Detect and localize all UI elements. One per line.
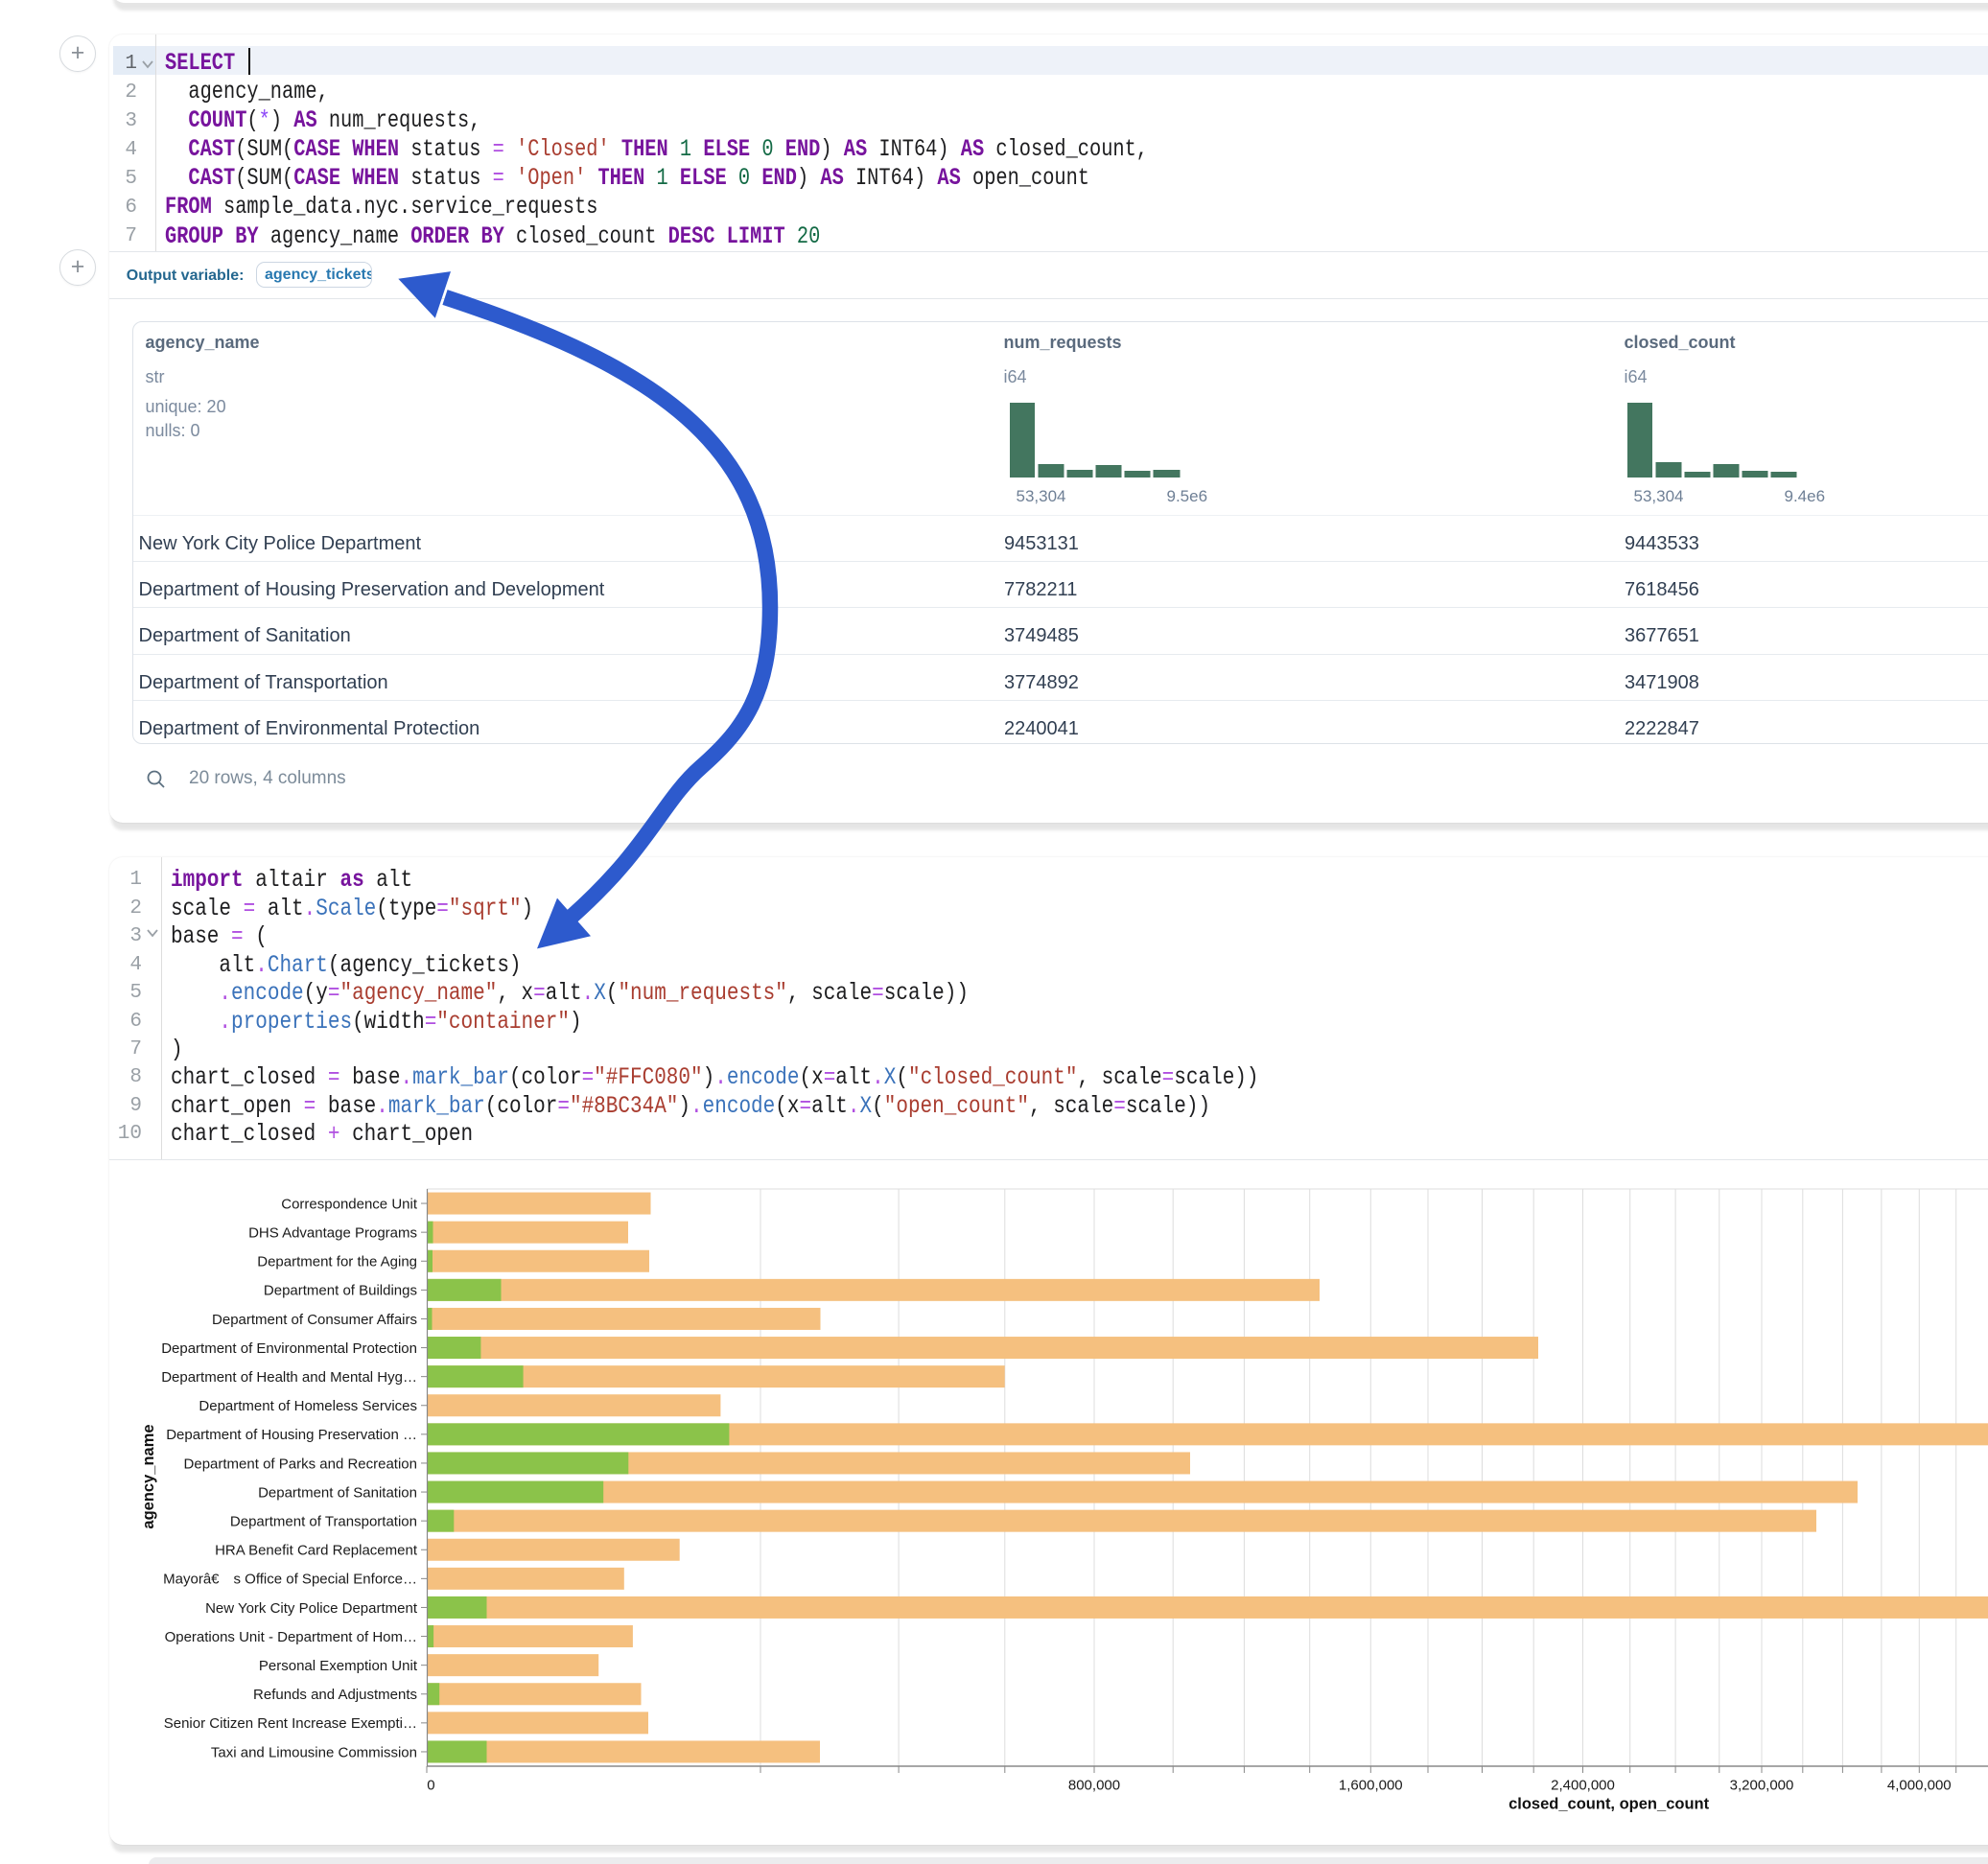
svg-text:Department of Health and Menta: Department of Health and Mental Hyg… xyxy=(161,1369,417,1386)
svg-text:Department of Transportation: Department of Transportation xyxy=(230,1513,417,1529)
svg-text:Mayorâ€ s Office of Special En: Mayorâ€ s Office of Special Enforce… xyxy=(163,1572,417,1588)
svg-text:Department of Housing Preserva: Department of Housing Preservation … xyxy=(166,1427,417,1443)
svg-text:1,600,000: 1,600,000 xyxy=(1339,1778,1403,1794)
svg-text:4,000,000: 4,000,000 xyxy=(1887,1778,1952,1794)
svg-text:Operations Unit - Department o: Operations Unit - Department of Hom… xyxy=(165,1629,417,1645)
svg-text:Department of Parks and Recrea: Department of Parks and Recreation xyxy=(184,1456,417,1472)
svg-text:agency_name: agency_name xyxy=(140,1424,157,1528)
svg-text:Department of Environmental Pr: Department of Environmental Protection xyxy=(161,1340,417,1357)
svg-text:800,000: 800,000 xyxy=(1068,1778,1120,1794)
svg-text:New York City Police Departmen: New York City Police Department xyxy=(205,1600,418,1617)
svg-text:Refunds and Adjustments: Refunds and Adjustments xyxy=(253,1687,417,1703)
svg-text:Department of Sanitation: Department of Sanitation xyxy=(258,1484,417,1501)
svg-text:0: 0 xyxy=(427,1778,434,1794)
svg-text:Taxi and Limousine Commission: Taxi and Limousine Commission xyxy=(211,1744,417,1760)
svg-text:DHS Advantage Programs: DHS Advantage Programs xyxy=(248,1224,417,1241)
svg-text:Department of Homeless Service: Department of Homeless Services xyxy=(199,1398,417,1414)
svg-text:Department of Buildings: Department of Buildings xyxy=(264,1283,417,1299)
svg-text:HRA Benefit Card Replacement: HRA Benefit Card Replacement xyxy=(215,1543,418,1559)
svg-text:Senior Citizen Rent Increase E: Senior Citizen Rent Increase Exempti… xyxy=(164,1715,417,1732)
svg-text:closed_count, open_count: closed_count, open_count xyxy=(1509,1796,1710,1813)
svg-text:Correspondence Unit: Correspondence Unit xyxy=(281,1196,418,1212)
svg-text:2,400,000: 2,400,000 xyxy=(1551,1778,1615,1794)
svg-text:Department of Consumer Affairs: Department of Consumer Affairs xyxy=(212,1312,417,1328)
svg-text:3,200,000: 3,200,000 xyxy=(1730,1778,1794,1794)
svg-text:Department for the Aging: Department for the Aging xyxy=(257,1254,417,1270)
svg-text:Personal Exemption Unit: Personal Exemption Unit xyxy=(259,1658,418,1674)
